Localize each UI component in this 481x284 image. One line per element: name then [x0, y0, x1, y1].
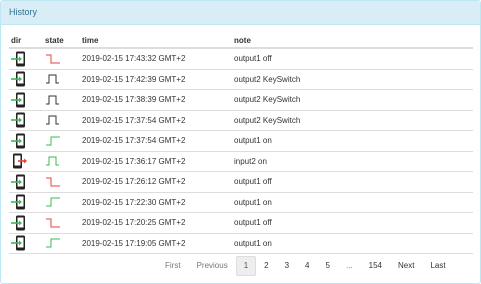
cell-time: 2019-02-15 17:22:30 GMT+2	[80, 191, 232, 213]
pagination: First Previous 1 2 3 4 5 ... 154 Next La…	[157, 256, 454, 276]
cell-note: output1 on	[232, 130, 473, 151]
state-falling-red-icon	[43, 212, 80, 233]
cell-note: output1 on	[232, 191, 473, 213]
history-panel: History dir state time note 2019-02-15 1…	[0, 0, 481, 284]
pagination-last[interactable]: Last	[422, 256, 454, 276]
table-header-row: dir state time note	[9, 33, 473, 49]
cell-time: 2019-02-15 17:26:12 GMT+2	[80, 171, 232, 192]
cell-note: output1 off	[232, 171, 473, 192]
direction-in-icon	[9, 232, 43, 254]
table-row: 2019-02-15 17:38:39 GMT+2 output2 KeySwit…	[9, 89, 473, 110]
history-table: dir state time note 2019-02-15 17:43:32 …	[9, 33, 473, 254]
pagination-first[interactable]: First	[157, 256, 189, 276]
table-row: 2019-02-15 17:37:54 GMT+2 output1 on	[9, 130, 473, 151]
pagination-page-3[interactable]: 3	[276, 256, 298, 276]
cell-note: output1 off	[232, 212, 473, 233]
column-header-note: note	[232, 33, 473, 49]
cell-time: 2019-02-15 17:36:17 GMT+2	[80, 150, 232, 172]
table-row: 2019-02-15 17:36:17 GMT+2 input2 on	[9, 150, 473, 172]
table-row: 2019-02-15 17:37:54 GMT+2 output2 KeySwit…	[9, 109, 473, 131]
pagination-page-5[interactable]: 5	[317, 256, 338, 276]
pagination-page-last-number[interactable]: 154	[360, 256, 390, 276]
state-rising-green-icon	[43, 232, 80, 254]
panel-title: History	[1, 1, 480, 25]
state-pulse-green-icon	[43, 150, 80, 172]
direction-in-icon	[9, 171, 43, 192]
cell-note: output2 KeySwitch	[232, 89, 473, 110]
state-pulse-black-icon	[43, 89, 80, 110]
cell-time: 2019-02-15 17:37:54 GMT+2	[80, 109, 232, 131]
pagination-ellipsis: ...	[337, 256, 361, 276]
pagination-page-1[interactable]: 1	[235, 256, 257, 276]
direction-in-icon	[9, 47, 43, 69]
state-pulse-black-icon	[43, 68, 80, 90]
cell-time: 2019-02-15 17:43:32 GMT+2	[80, 47, 232, 69]
direction-in-icon	[9, 130, 43, 151]
column-header-time: time	[80, 33, 232, 49]
direction-in-icon	[9, 68, 43, 90]
table-row: 2019-02-15 17:20:25 GMT+2 output1 off	[9, 212, 473, 233]
cell-time: 2019-02-15 17:42:39 GMT+2	[80, 68, 232, 90]
state-falling-red-icon	[43, 171, 80, 192]
cell-note: output2 KeySwitch	[232, 68, 473, 90]
state-pulse-black-icon	[43, 109, 80, 131]
pagination-page-2[interactable]: 2	[256, 256, 277, 276]
direction-in-icon	[9, 212, 43, 233]
direction-in-icon	[9, 191, 43, 213]
cell-time: 2019-02-15 17:38:39 GMT+2	[80, 89, 232, 110]
direction-in-icon	[9, 109, 43, 131]
column-header-state: state	[43, 33, 80, 49]
state-falling-red-icon	[43, 47, 80, 69]
cell-time: 2019-02-15 17:19:05 GMT+2	[80, 232, 232, 254]
cell-note: output1 off	[232, 47, 473, 69]
column-header-dir: dir	[9, 33, 43, 49]
table-row: 2019-02-15 17:26:12 GMT+2 output1 off	[9, 171, 473, 192]
state-rising-green-icon	[43, 130, 80, 151]
cell-note: output2 KeySwitch	[232, 109, 473, 131]
table-row: 2019-02-15 17:22:30 GMT+2 output1 on	[9, 191, 473, 213]
cell-note: input2 on	[232, 150, 473, 172]
pagination-previous[interactable]: Previous	[188, 256, 236, 276]
state-rising-green-icon	[43, 191, 80, 213]
cell-note: output1 on	[232, 232, 473, 254]
pagination-next[interactable]: Next	[389, 256, 423, 276]
pagination-page-4[interactable]: 4	[297, 256, 318, 276]
direction-out-icon	[9, 150, 43, 172]
table-row: 2019-02-15 17:19:05 GMT+2 output1 on	[9, 232, 473, 254]
table-row: 2019-02-15 17:43:32 GMT+2 output1 off	[9, 47, 473, 69]
table-row: 2019-02-15 17:42:39 GMT+2 output2 KeySwit…	[9, 68, 473, 90]
direction-in-icon	[9, 89, 43, 110]
cell-time: 2019-02-15 17:37:54 GMT+2	[80, 130, 232, 151]
cell-time: 2019-02-15 17:20:25 GMT+2	[80, 212, 232, 233]
